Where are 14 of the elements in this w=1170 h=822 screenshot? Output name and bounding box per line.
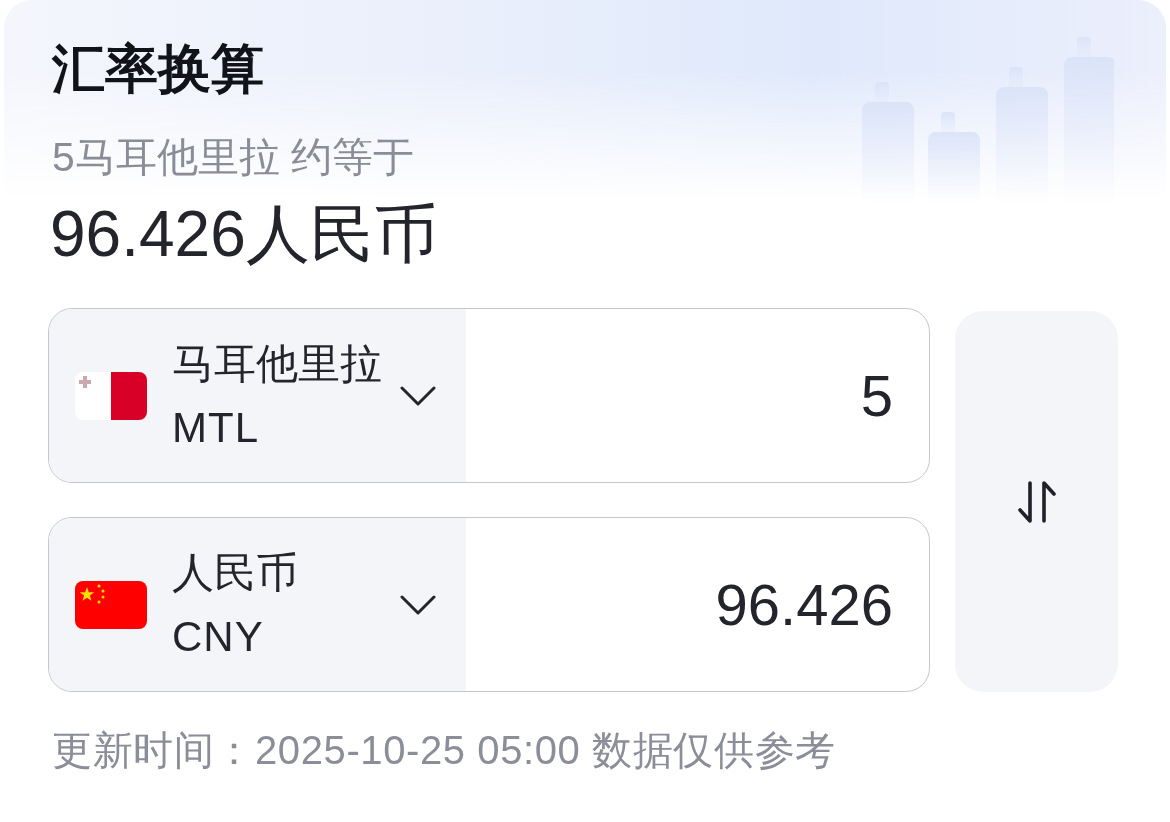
- amount-field[interactable]: 5: [466, 309, 929, 482]
- flag-icon: [75, 580, 147, 629]
- page-title: 汇率换算: [52, 38, 265, 100]
- amount-field[interactable]: 96.426: [466, 518, 929, 691]
- chevron-down-icon: [400, 385, 436, 406]
- swap-button[interactable]: [955, 311, 1118, 692]
- currency-selector[interactable]: 马耳他里拉 MTL: [49, 309, 466, 482]
- currency-selector[interactable]: 人民币 CNY: [49, 518, 466, 691]
- update-time-note: 更新时间：2025-10-25 05:00 数据仅供参考: [52, 727, 837, 774]
- conversion-summary: 5马耳他里拉 约等于: [52, 133, 415, 182]
- chevron-down-icon: [400, 594, 436, 615]
- conversion-result: 96.426人民币: [50, 197, 439, 272]
- flag-icon: [75, 371, 147, 420]
- swap-arrows-icon: [1015, 479, 1058, 524]
